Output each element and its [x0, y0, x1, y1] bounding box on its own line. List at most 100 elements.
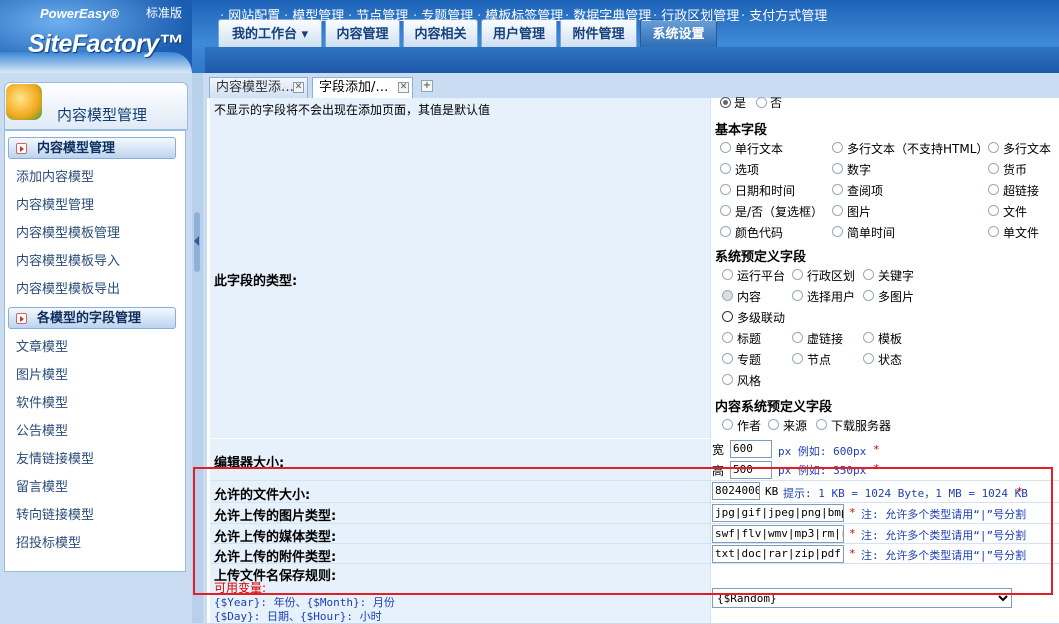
- radio-cascade[interactable]: [722, 311, 733, 322]
- radio-title[interactable]: [722, 332, 733, 343]
- radio-datetime[interactable]: [720, 184, 731, 195]
- subnav-site-config[interactable]: 网站配置: [220, 5, 280, 24]
- radio-select-user[interactable]: [792, 290, 803, 301]
- file-size-label: 允许的文件大小:: [214, 488, 311, 503]
- radio-multiline-text[interactable]: [988, 142, 999, 153]
- radio-label: 标题: [737, 332, 762, 346]
- save-rule-select[interactable]: {$Random}: [712, 588, 1012, 608]
- content-system-fields-heading: 内容系统预定义字段: [715, 400, 833, 415]
- radio-template[interactable]: [863, 332, 874, 343]
- required-mark: *: [849, 547, 856, 560]
- media-types-input[interactable]: swf|flv|wmv|mp3|rm|rm: [712, 525, 844, 543]
- radio-single-file[interactable]: [988, 226, 999, 237]
- row-divider: [210, 543, 1059, 544]
- image-types-input[interactable]: jpg|gif|jpeg|png|bmp: [712, 504, 844, 522]
- edition-label: 标准版: [146, 6, 183, 20]
- radio-source[interactable]: [768, 419, 779, 430]
- row-divider: [210, 480, 1059, 481]
- radio-file[interactable]: [988, 205, 999, 216]
- radio-multi-image[interactable]: [863, 290, 874, 301]
- subnav-template-tag-management[interactable]: 模板标签管理: [477, 5, 563, 24]
- close-icon[interactable]: ✕: [293, 82, 304, 93]
- radio-style[interactable]: [722, 374, 733, 385]
- radio-label: 是: [734, 96, 747, 110]
- radio-label: 简单时间: [847, 226, 896, 240]
- collapse-left-icon[interactable]: [194, 236, 199, 246]
- radio-label: 运行平台: [737, 269, 786, 283]
- sidebar-item-redirect-link-model[interactable]: 转向链接模型: [16, 504, 94, 523]
- radio-lookup[interactable]: [832, 184, 843, 195]
- radio-label: 图片: [847, 205, 872, 219]
- radio-status[interactable]: [863, 353, 874, 364]
- content-tab-model-add[interactable]: 内容模型添… ✕: [209, 77, 308, 98]
- radio-platform[interactable]: [722, 269, 733, 280]
- radio-node[interactable]: [792, 353, 803, 364]
- sidebar-item-add-content-model[interactable]: 添加内容模型: [16, 166, 94, 185]
- sidebar-item-model-template-export[interactable]: 内容模型模板导出: [16, 278, 120, 297]
- sidebar-item-content-model-management[interactable]: 内容模型管理: [16, 194, 94, 213]
- radio-yes-no-checkbox[interactable]: [720, 205, 731, 216]
- radio-hyperlink[interactable]: [988, 184, 999, 195]
- attachment-types-input[interactable]: txt|doc|rar|zip|pdf|d: [712, 545, 844, 563]
- radio-author[interactable]: [722, 419, 733, 430]
- radio-label: 虚链接: [807, 332, 844, 346]
- sidebar-splitter[interactable]: [192, 73, 203, 623]
- file-size-input[interactable]: 8024000: [712, 482, 760, 500]
- subnav-model-management[interactable]: 模型管理: [284, 5, 344, 24]
- radio-label: 模板: [878, 332, 903, 346]
- radio-special[interactable]: [722, 353, 733, 364]
- sidebar-item-bidding-model[interactable]: 招投标模型: [16, 532, 81, 551]
- radio-region[interactable]: [792, 269, 803, 280]
- editor-width-input[interactable]: 600: [730, 440, 772, 458]
- radio-content[interactable]: [722, 290, 733, 301]
- section-title: 各模型的字段管理: [37, 311, 142, 326]
- sidebar-item-notice-model[interactable]: 公告模型: [16, 420, 68, 439]
- collapse-arrow-icon: [16, 143, 27, 154]
- radio-download-server[interactable]: [816, 419, 827, 430]
- file-size-hint: 提示: 1 KB = 1024 Byte，1 MB = 1024 KB: [783, 487, 1028, 500]
- subnav-region-management[interactable]: 行政区划管理: [653, 5, 739, 24]
- sidebar-section-field-management[interactable]: 各模型的字段管理: [8, 307, 176, 329]
- editor-size-label: 编辑器大小:: [214, 456, 285, 471]
- radio-option[interactable]: [720, 163, 731, 174]
- subnav-node-management[interactable]: 节点管理: [348, 5, 408, 24]
- radio-number[interactable]: [832, 163, 843, 174]
- radio-virtual-link[interactable]: [792, 332, 803, 343]
- required-mark: *: [849, 527, 856, 540]
- sidebar-item-friendlink-model[interactable]: 友情链接模型: [16, 448, 94, 467]
- radio-label: 日期和时间: [735, 184, 796, 198]
- radio-currency[interactable]: [988, 163, 999, 174]
- radio-image[interactable]: [832, 205, 843, 216]
- radio-color-code[interactable]: [720, 226, 731, 237]
- radio-label: 否: [770, 96, 783, 110]
- radio-keywords[interactable]: [863, 269, 874, 280]
- radio-label: 超链接: [1003, 184, 1040, 198]
- close-icon[interactable]: ✕: [398, 82, 409, 93]
- radio-simple-time[interactable]: [832, 226, 843, 237]
- subnav-data-dictionary-management[interactable]: 数据字典管理: [565, 5, 651, 24]
- sidebar-item-software-model[interactable]: 软件模型: [16, 392, 68, 411]
- radio-show-no[interactable]: [756, 97, 767, 108]
- subnav-payment-management[interactable]: 支付方式管理: [741, 5, 827, 24]
- sidebar-item-model-template-import[interactable]: 内容模型模板导入: [16, 250, 120, 269]
- sidebar-item-model-template-management[interactable]: 内容模型模板管理: [16, 222, 120, 241]
- width-hint: px 例如: 600px: [778, 445, 867, 458]
- sidebar-item-image-model[interactable]: 图片模型: [16, 364, 68, 383]
- content-tab-field-add[interactable]: 字段添加/… ✕: [312, 77, 413, 98]
- required-mark: *: [1016, 485, 1023, 498]
- sidebar-item-message-model[interactable]: 留言模型: [16, 476, 68, 495]
- sidebar-section-content-model[interactable]: 内容模型管理: [8, 137, 176, 159]
- vars-line: {$Day}: 日期、{$Hour}: 小时: [214, 610, 382, 623]
- new-tab-icon[interactable]: +: [421, 80, 433, 92]
- basic-fields-heading: 基本字段: [715, 123, 768, 138]
- radio-show-yes[interactable]: [720, 97, 731, 108]
- radio-label: 多图片: [878, 290, 915, 304]
- sidebar-item-article-model[interactable]: 文章模型: [16, 336, 68, 355]
- radio-label: 单行文本: [735, 142, 784, 156]
- collapse-arrow-icon: [16, 313, 27, 324]
- radio-single-line-text[interactable]: [720, 142, 731, 153]
- editor-height-input[interactable]: 500: [730, 461, 772, 479]
- subnav-topic-management[interactable]: 专题管理: [413, 5, 473, 24]
- radio-label: 单文件: [1003, 226, 1040, 240]
- radio-multiline-no-html[interactable]: [832, 142, 843, 153]
